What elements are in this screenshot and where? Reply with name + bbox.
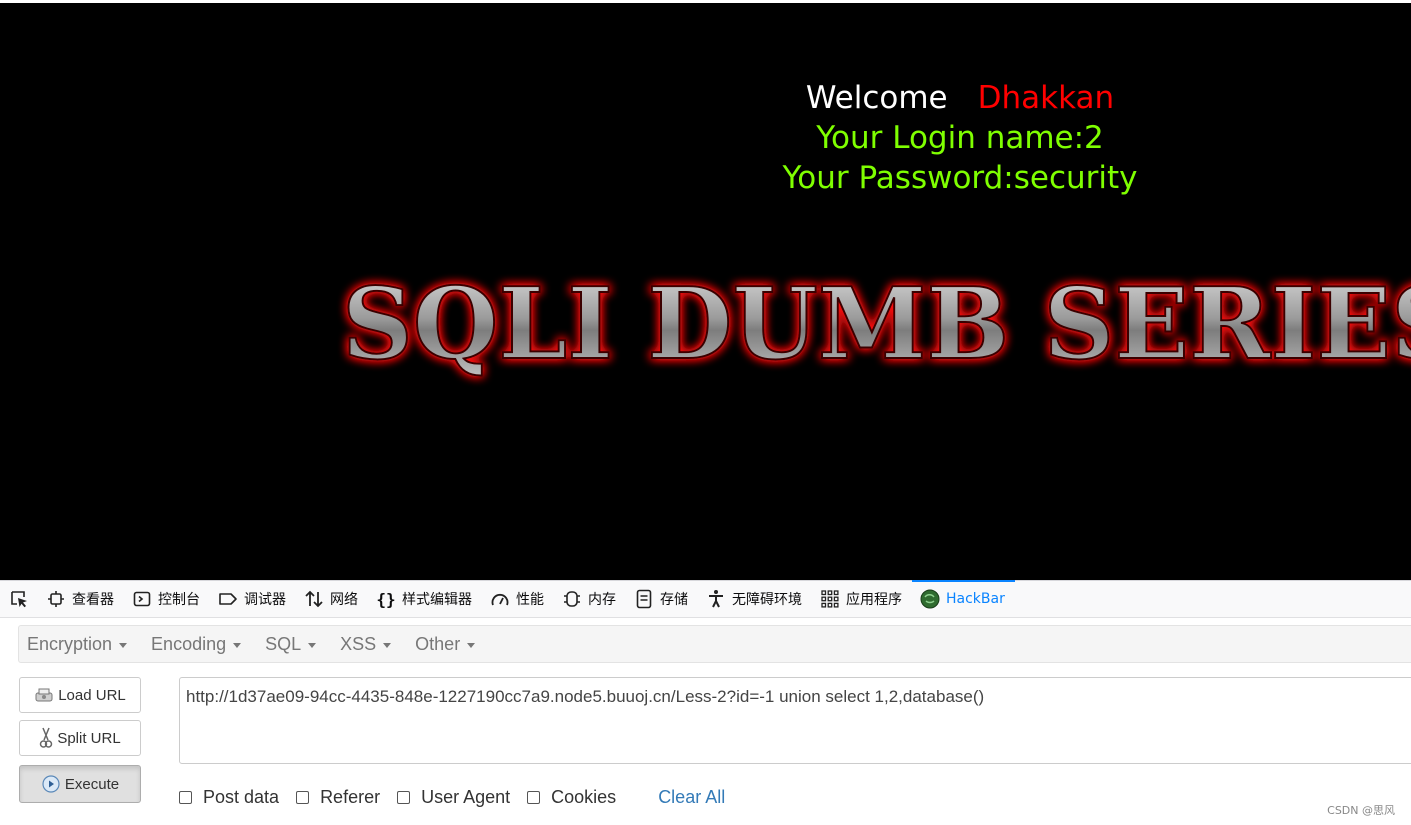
- devtools-toolbar: 查看器 控制台 调试器 网络 {} 样式编辑器 性能 内存 存储 无障碍环境 应…: [0, 580, 1411, 618]
- login-name-text: Your Login name:2: [816, 120, 1104, 156]
- console-icon: [132, 589, 152, 609]
- menu-label: Other: [415, 633, 461, 654]
- menu-label: XSS: [340, 633, 377, 654]
- hackbar-options: Post data Referer User Agent Cookies Cle…: [179, 786, 725, 808]
- accessibility-icon: [706, 589, 726, 609]
- pick-element-icon: [11, 591, 27, 608]
- menu-other[interactable]: Other: [407, 634, 483, 655]
- style-editor-icon: {}: [376, 589, 396, 609]
- load-url-icon: [34, 687, 54, 703]
- application-icon: [820, 589, 840, 609]
- menu-xss[interactable]: XSS: [332, 634, 399, 655]
- tab-label: 性能: [516, 592, 544, 608]
- tab-storage[interactable]: 存储: [626, 581, 698, 617]
- element-picker-button[interactable]: [0, 581, 38, 617]
- tab-performance[interactable]: 性能: [482, 581, 554, 617]
- tab-label: 无障碍环境: [732, 592, 802, 608]
- user-agent-checkbox[interactable]: [397, 790, 411, 804]
- load-url-button[interactable]: Load URL: [19, 677, 141, 713]
- tab-label: 查看器: [72, 592, 114, 608]
- memory-icon: [562, 589, 582, 609]
- caret-down-icon: [119, 642, 128, 648]
- tab-memory[interactable]: 内存: [554, 581, 626, 617]
- password-text: Your Password:security: [782, 160, 1138, 196]
- option-label: User Agent: [421, 786, 511, 807]
- tab-label: HackBar: [946, 591, 1005, 607]
- option-label: Post data: [203, 786, 280, 807]
- tab-label: 应用程序: [846, 592, 902, 608]
- caret-down-icon: [308, 642, 317, 648]
- debugger-icon: [218, 589, 238, 609]
- tab-label: 控制台: [158, 592, 200, 608]
- performance-icon: [490, 589, 510, 609]
- option-label: Referer: [320, 786, 381, 807]
- tab-accessibility[interactable]: 无障碍环境: [698, 581, 812, 617]
- caret-down-icon: [233, 642, 242, 648]
- menu-encryption[interactable]: Encryption: [19, 634, 135, 655]
- cookies-option[interactable]: Cookies: [527, 787, 616, 808]
- storage-icon: [634, 589, 654, 609]
- sqli-page: Welcome Dhakkan Your Login name:2 Your Pa…: [0, 3, 1411, 580]
- hackbar-icon: [920, 589, 940, 609]
- username-text: Dhakkan: [977, 80, 1115, 116]
- inspector-icon: [46, 589, 66, 609]
- tab-application[interactable]: 应用程序: [812, 581, 912, 617]
- url-textarea[interactable]: http://1d37ae09-94cc-4435-848e-1227190cc…: [179, 677, 1411, 764]
- referer-checkbox[interactable]: [296, 790, 310, 804]
- tab-hackbar[interactable]: HackBar: [912, 580, 1015, 617]
- execute-button[interactable]: Execute: [19, 765, 141, 803]
- menu-label: Encryption: [27, 633, 113, 654]
- tab-inspector[interactable]: 查看器: [38, 581, 124, 617]
- hackbar-menubar: Encryption Encoding SQL XSS Other: [18, 625, 1411, 663]
- scissors-icon: [39, 727, 53, 749]
- split-url-button[interactable]: Split URL: [19, 720, 141, 756]
- welcome-text: Welcome: [805, 80, 948, 116]
- tab-network[interactable]: 网络: [296, 581, 368, 617]
- watermark: CSDN @思风: [1327, 804, 1395, 817]
- load-url-label: Load URL: [58, 686, 126, 704]
- tab-label: 调试器: [244, 592, 286, 608]
- welcome-line: Welcome Dhakkan: [760, 78, 1160, 118]
- menu-label: Encoding: [151, 633, 227, 654]
- menu-label: SQL: [265, 633, 302, 654]
- caret-down-icon: [467, 642, 476, 648]
- tab-label: 样式编辑器: [402, 592, 472, 608]
- hackbar-panel: Encryption Encoding SQL XSS Other Load U…: [0, 618, 1411, 825]
- caret-down-icon: [383, 642, 392, 648]
- user-agent-option[interactable]: User Agent: [397, 787, 510, 808]
- tab-style-editor[interactable]: {} 样式编辑器: [368, 581, 482, 617]
- referer-option[interactable]: Referer: [296, 787, 380, 808]
- post-data-option[interactable]: Post data: [179, 787, 279, 808]
- post-data-checkbox[interactable]: [179, 790, 192, 804]
- tab-label: 内存: [588, 592, 616, 608]
- menu-encoding[interactable]: Encoding: [143, 634, 249, 655]
- execute-label: Execute: [64, 775, 120, 793]
- welcome-block: Welcome Dhakkan Your Login name:2 Your Pa…: [760, 78, 1160, 198]
- split-url-label: Split URL: [57, 729, 121, 747]
- tab-debugger[interactable]: 调试器: [210, 581, 296, 617]
- tab-label: 存储: [660, 592, 688, 608]
- tab-label: 网络: [330, 592, 358, 608]
- sqli-dumb-series-banner: SQLI DUMB SERIES: [341, 268, 1411, 383]
- banner-title: SQLI DUMB SERIES: [342, 268, 1411, 382]
- menu-sql[interactable]: SQL: [257, 634, 324, 655]
- tab-console[interactable]: 控制台: [124, 581, 210, 617]
- network-icon: [304, 589, 324, 609]
- clear-all-link[interactable]: Clear All: [658, 787, 725, 808]
- cookies-checkbox[interactable]: [527, 790, 541, 804]
- play-icon: [41, 774, 61, 794]
- option-label: Cookies: [551, 786, 617, 807]
